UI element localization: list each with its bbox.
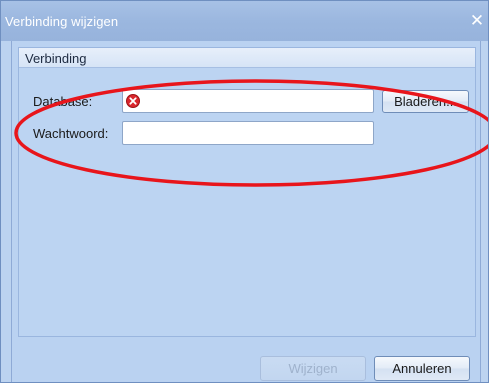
password-label: Wachtwoord: (33, 126, 109, 141)
dialog-window: Verbinding wijzigen ✕ Verbinding Databas… (0, 0, 489, 383)
error-circle-icon (126, 94, 140, 108)
database-label: Database: (33, 94, 93, 109)
dialog-footer: Wijzigen Annuleren (12, 343, 482, 382)
title-bar[interactable]: Verbinding wijzigen ✕ (1, 1, 488, 41)
password-input[interactable] (122, 121, 374, 145)
connection-group: Verbinding Database: Bladeren... Wachtwo… (18, 47, 476, 337)
browse-button[interactable]: Bladeren... (382, 90, 469, 113)
window-title: Verbinding wijzigen (5, 14, 119, 29)
database-input[interactable] (122, 89, 374, 113)
close-icon[interactable]: ✕ (467, 11, 487, 31)
group-header: Verbinding (19, 48, 475, 68)
ok-button[interactable]: Wijzigen (260, 356, 366, 381)
dialog-body: Verbinding Database: Bladeren... Wachtwo… (11, 41, 482, 382)
group-title: Verbinding (25, 51, 87, 66)
cancel-button[interactable]: Annuleren (374, 356, 470, 381)
